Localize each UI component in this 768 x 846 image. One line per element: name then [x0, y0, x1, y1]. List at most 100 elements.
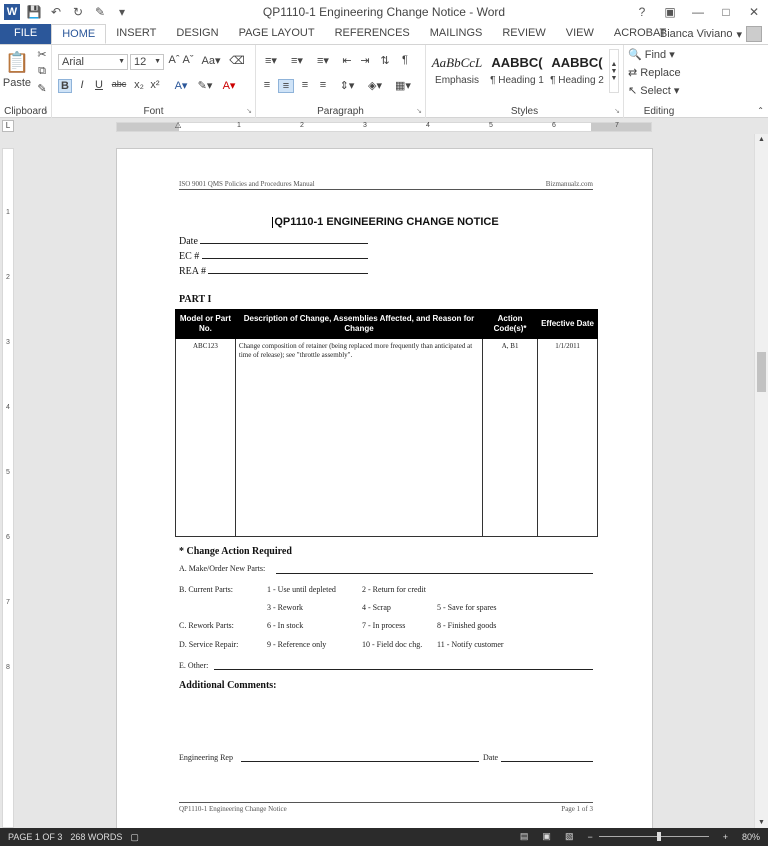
zoom-slider-thumb[interactable]: [656, 832, 661, 841]
font-size-combo[interactable]: 12 ▼: [130, 54, 164, 70]
tab-references[interactable]: REFERENCES: [325, 24, 420, 44]
table-cell[interactable]: Change composition of retainer (being re…: [234, 338, 484, 537]
tab-file[interactable]: FILE: [0, 24, 52, 44]
styles-scroll[interactable]: ▲ ▼ ▼: [609, 49, 619, 93]
maximize-icon[interactable]: □: [712, 0, 740, 24]
tab-review[interactable]: REVIEW: [492, 24, 555, 44]
close-icon[interactable]: ✕: [740, 0, 768, 24]
font-color-icon[interactable]: A▾: [220, 79, 238, 92]
shading-icon[interactable]: ◈▾: [364, 79, 386, 92]
tab-home[interactable]: HOME: [51, 24, 107, 44]
customize-qat-icon[interactable]: ▾: [114, 5, 130, 19]
font-family-combo[interactable]: Arial ▼: [58, 54, 128, 70]
scroll-thumb[interactable]: [757, 352, 766, 392]
line-spacing-icon[interactable]: ⇕▾: [336, 79, 358, 92]
rea-field[interactable]: REA #: [179, 265, 369, 277]
underline-icon[interactable]: U: [92, 79, 106, 91]
italic-icon[interactable]: I: [76, 79, 88, 91]
zoom-in-icon[interactable]: +: [723, 832, 728, 842]
dialog-launcher-icon[interactable]: ↘: [246, 107, 252, 115]
save-icon[interactable]: 💾: [26, 5, 42, 19]
format-painter-icon[interactable]: ✎: [92, 5, 108, 19]
highlight-icon[interactable]: ✎▾: [196, 79, 214, 92]
strikethrough-icon[interactable]: abc: [110, 79, 128, 89]
change-case-icon[interactable]: Aa▾: [200, 54, 222, 67]
style-emphasis[interactable]: AaBbCcL Emphasis: [428, 49, 486, 93]
page-count[interactable]: PAGE 1 OF 3: [8, 832, 62, 842]
ruler-bar[interactable]: △ 1 2 3 4 5 6 7: [116, 120, 652, 132]
shrink-font-icon[interactable]: Aˇ: [182, 54, 194, 66]
read-mode-icon[interactable]: ▤: [520, 831, 529, 842]
ec-field[interactable]: EC #: [179, 250, 368, 262]
proofing-icon[interactable]: ▢: [130, 832, 139, 843]
scroll-down-icon[interactable]: ▼: [758, 819, 765, 826]
minimize-icon[interactable]: —: [684, 0, 712, 24]
redo-icon[interactable]: ↻: [70, 5, 86, 19]
vertical-ruler[interactable]: 1 2 3 4 5 6 7 8: [2, 148, 14, 828]
table-cell[interactable]: A, B1: [482, 338, 539, 537]
tab-design[interactable]: DESIGN: [166, 24, 228, 44]
zoom-slider[interactable]: [598, 832, 709, 841]
web-layout-icon[interactable]: ▧: [565, 831, 574, 842]
word-app-icon[interactable]: W: [4, 4, 20, 20]
paste-icon[interactable]: 📋: [5, 49, 30, 75]
sort-icon[interactable]: ⇅: [378, 54, 392, 67]
tab-mailings[interactable]: MAILINGS: [420, 24, 493, 44]
bullets-icon[interactable]: ≡▾: [260, 54, 282, 67]
copy-icon[interactable]: ⧉: [36, 65, 48, 78]
dialog-launcher-icon[interactable]: ↘: [42, 107, 48, 115]
tab-page-layout[interactable]: PAGE LAYOUT: [229, 24, 325, 44]
select-button[interactable]: ↖ Select ▾: [628, 84, 679, 98]
rea-label: REA #: [179, 266, 206, 277]
numbering-icon[interactable]: ≡▾: [286, 54, 308, 67]
paste-button[interactable]: Paste: [2, 77, 32, 89]
format-painter-icon[interactable]: ✎: [36, 82, 48, 95]
find-button[interactable]: 🔍 Find ▾: [628, 48, 675, 62]
align-left-icon[interactable]: ≡: [260, 79, 274, 91]
zoom-out-icon[interactable]: −: [587, 832, 592, 842]
style-heading-1[interactable]: AABBC( ¶ Heading 1: [488, 49, 546, 93]
align-right-icon[interactable]: ≡: [298, 79, 312, 91]
justify-icon[interactable]: ≡: [316, 79, 330, 91]
bold-icon[interactable]: B: [58, 79, 72, 93]
align-center-icon[interactable]: ≡: [278, 79, 294, 93]
date-field[interactable]: Date: [179, 235, 369, 247]
pilcrow-icon[interactable]: ¶: [398, 54, 412, 66]
word-count[interactable]: 268 WORDS: [70, 832, 122, 842]
text-effects-icon[interactable]: A▾: [172, 79, 190, 92]
tab-view[interactable]: VIEW: [556, 24, 604, 44]
undo-icon[interactable]: ↶: [48, 5, 64, 19]
style-heading-2[interactable]: AABBC( ¶ Heading 2: [548, 49, 606, 93]
rework-parts-label: C. Rework Parts:: [179, 621, 234, 630]
decrease-indent-icon[interactable]: ⇤: [340, 54, 354, 67]
increase-indent-icon[interactable]: ⇥: [358, 54, 372, 67]
table-cell[interactable]: ABC123: [175, 338, 236, 537]
indent-marker[interactable]: △: [175, 120, 181, 129]
editing-group: 🔍 Find ▾ ⇄ Replace ↖ Select ▾ Editing: [624, 45, 694, 118]
multilevel-list-icon[interactable]: ≡▾: [312, 54, 334, 67]
superscript-icon[interactable]: x²: [148, 79, 162, 91]
clear-formatting-icon[interactable]: ⌫: [229, 54, 245, 67]
user-account[interactable]: Bianca Viviano ▾: [660, 26, 762, 42]
table-cell[interactable]: 1/1/2011: [537, 338, 598, 537]
document-title[interactable]: QP1110-1 ENGINEERING CHANGE NOTICE: [117, 216, 654, 228]
dialog-launcher-icon[interactable]: ↘: [416, 107, 422, 115]
grow-font-icon[interactable]: Aˆ: [168, 54, 180, 66]
replace-button[interactable]: ⇄ Replace: [628, 66, 681, 80]
vruler-mark: 6: [6, 534, 10, 541]
document-page[interactable]: ISO 9001 QMS Policies and Procedures Man…: [116, 148, 653, 838]
zoom-level[interactable]: 80%: [742, 832, 760, 842]
tab-selector[interactable]: L: [2, 120, 14, 132]
collapse-ribbon-icon[interactable]: ⌃: [757, 106, 764, 115]
cut-icon[interactable]: ✂: [36, 48, 48, 61]
scroll-up-icon[interactable]: ▲: [758, 136, 765, 143]
dialog-launcher-icon[interactable]: ↘: [614, 107, 620, 115]
tab-insert[interactable]: INSERT: [106, 24, 166, 44]
help-icon[interactable]: ?: [628, 0, 656, 24]
print-layout-icon[interactable]: ▣: [542, 831, 551, 842]
subscript-icon[interactable]: x₂: [132, 79, 146, 91]
borders-icon[interactable]: ▦▾: [392, 79, 414, 92]
find-label: Find: [644, 48, 667, 61]
ribbon-display-icon[interactable]: ▣: [656, 0, 684, 24]
vertical-scrollbar[interactable]: ▲ ▼: [754, 134, 768, 828]
